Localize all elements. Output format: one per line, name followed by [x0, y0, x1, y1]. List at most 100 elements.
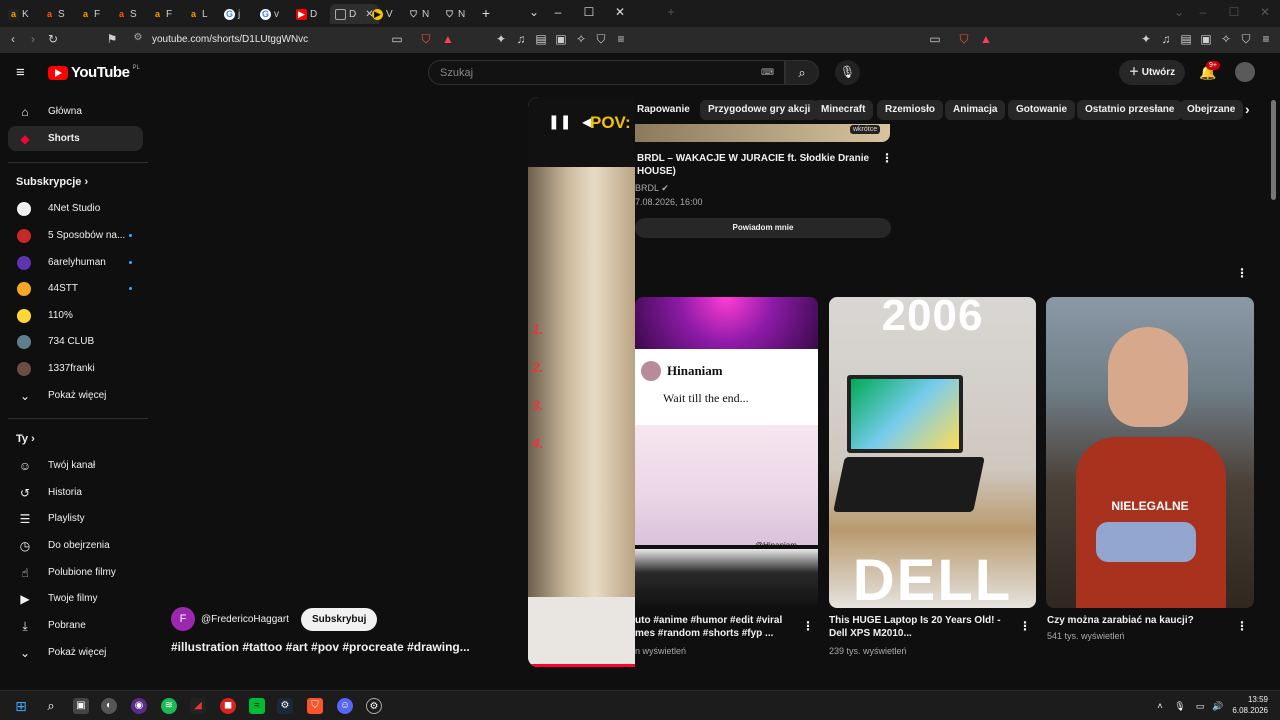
more-options-icon[interactable]: ⋮: [881, 151, 893, 165]
channel-handle[interactable]: @FredericoHaggart: [201, 614, 289, 625]
tab-2[interactable]: aS: [44, 4, 65, 24]
close-window-icon[interactable]: ✕: [612, 5, 628, 19]
terminal-icon[interactable]: ≈: [249, 698, 265, 714]
you-heading[interactable]: Ty ›: [16, 433, 35, 445]
system-clock[interactable]: 13:59 6.08.2026: [1232, 694, 1268, 716]
scrollbar[interactable]: [1271, 100, 1276, 200]
display-tray-icon[interactable]: ▭: [1192, 698, 1208, 714]
brave-rewards-icon[interactable]: ▲: [978, 32, 994, 46]
sidebar-item-home[interactable]: ⌂ Główna: [0, 99, 150, 124]
notify-me-button[interactable]: Powiadom mnie: [635, 218, 891, 238]
sidebar-item-your-videos[interactable]: ▶ Twoje filmy: [0, 586, 150, 611]
subscribe-button[interactable]: Subskrybuj: [300, 607, 378, 631]
create-button[interactable]: ＋ Utwórz: [1119, 60, 1186, 85]
chip-recently-uploaded[interactable]: Ostatnio przesłane: [1077, 100, 1183, 120]
sidebar-item-playlists[interactable]: ☰ Playlisty: [0, 506, 150, 531]
leo-icon[interactable]: ✧: [1218, 32, 1234, 46]
sidebar-item-watch-later[interactable]: ◷ Do obejrzenia: [0, 533, 150, 558]
tab-8[interactable]: Gv: [260, 4, 279, 24]
chip-watched[interactable]: Obejrzane: [1179, 100, 1244, 120]
sidebar-toggle-icon[interactable]: ▤: [1178, 32, 1194, 46]
vpn-icon[interactable]: ⛉: [593, 32, 609, 47]
tab-5[interactable]: aF: [152, 4, 172, 24]
tab-search-icon[interactable]: ⌄: [526, 5, 542, 19]
app-icon[interactable]: ◐: [101, 698, 117, 714]
vpn-icon[interactable]: ⛉: [1238, 32, 1254, 47]
subscription-item[interactable]: 1337franki: [0, 356, 150, 381]
subscriptions-heading[interactable]: Subskrypcje ›: [16, 176, 88, 188]
cast-icon[interactable]: ▭: [389, 32, 405, 46]
extensions-icon[interactable]: ✦: [493, 32, 509, 46]
hamburger-menu-icon[interactable]: ≡: [16, 64, 25, 81]
tab-11[interactable]: ▶ V: [372, 4, 393, 24]
sidebar-item-liked[interactable]: ☝ Polubione filmy: [0, 560, 150, 585]
tab-1[interactable]: aK: [8, 4, 29, 24]
bookmark-icon[interactable]: ⚑: [104, 32, 120, 46]
search-icon[interactable]: ⌕: [43, 698, 59, 714]
sidebar-show-more[interactable]: ⌄ Pokaż więcej: [0, 640, 150, 665]
subscription-item[interactable]: 5 Sposobów na...: [0, 223, 150, 248]
volume-tray-icon[interactable]: 🔊: [1210, 698, 1226, 714]
close-window-icon[interactable]: ✕: [1257, 5, 1273, 19]
sidebar-item-history[interactable]: ↺ Historia: [0, 480, 150, 505]
tab-13[interactable]: ⛉ N: [444, 4, 465, 24]
cast-icon[interactable]: ▭: [927, 32, 943, 46]
microphone-tray-icon[interactable]: 🎙: [1172, 698, 1188, 714]
brave-rewards-icon[interactable]: ▲: [440, 32, 456, 46]
tab-7[interactable]: Gj: [224, 4, 240, 24]
video-thumbnail[interactable]: NIELEGALNE: [1046, 297, 1254, 608]
maximize-icon[interactable]: ☐: [1226, 5, 1242, 19]
tab-3[interactable]: aF: [80, 4, 100, 24]
music-icon[interactable]: ♫: [513, 32, 529, 46]
back-icon[interactable]: ‹: [5, 32, 21, 46]
chip-crafts[interactable]: Rzemiosło: [877, 100, 944, 120]
shorts-video-player[interactable]: ❚❚ ◀ POV: 1. 2. 3. 4.: [528, 97, 635, 667]
more-options-icon[interactable]: ⋮: [1236, 619, 1248, 633]
chip-minecraft[interactable]: Minecraft: [813, 100, 874, 120]
file-explorer-icon[interactable]: ▣: [73, 698, 89, 714]
video-progress-bar[interactable]: [528, 664, 635, 667]
subscription-item[interactable]: 6arelyhuman: [0, 250, 150, 275]
pause-icon[interactable]: ❚❚: [548, 113, 571, 130]
search-button-icon[interactable]: ⌕: [785, 60, 819, 85]
tray-chevron-icon[interactable]: ˄: [1152, 698, 1168, 714]
brave-shield-icon[interactable]: ⛉: [956, 32, 972, 47]
url-field[interactable]: youtube.com/shorts/D1LUtggWNvc: [152, 34, 308, 45]
upcoming-channel[interactable]: BRDL ✔: [635, 183, 669, 194]
menu-icon[interactable]: ≡: [613, 32, 629, 46]
tab-6[interactable]: aL: [188, 4, 208, 24]
minimize-icon[interactable]: –: [550, 5, 566, 19]
avatar[interactable]: [1235, 62, 1255, 82]
video-title[interactable]: This HUGE Laptop Is 20 Years Old! - Dell …: [829, 614, 1001, 640]
tab-search-icon[interactable]: ⌄: [1171, 5, 1187, 19]
app-icon-4[interactable]: ⚙: [366, 698, 382, 714]
reload-icon[interactable]: ↻: [45, 32, 61, 46]
video-title[interactable]: uto #anime #humor #edit #viral mes #rando…: [635, 614, 782, 640]
brave-shield-icon[interactable]: ⛉: [418, 32, 434, 47]
more-options-icon[interactable]: ⋮: [1019, 619, 1031, 633]
more-options-icon[interactable]: ⋮: [802, 619, 814, 633]
steam-icon[interactable]: ⚙: [277, 698, 293, 714]
chip-animation[interactable]: Animacja: [945, 100, 1006, 120]
chip-action-adventure[interactable]: Przygodowe gry akcji: [700, 100, 819, 120]
keyboard-icon[interactable]: ⌨: [761, 67, 774, 78]
sidebar-item-your-channel[interactable]: ☺ Twój kanał: [0, 453, 150, 478]
video-thumbnail[interactable]: 2006 DELL: [829, 297, 1036, 608]
tab-12[interactable]: ⛉ N: [408, 4, 429, 24]
tab-4[interactable]: aS: [116, 4, 137, 24]
new-tab-icon[interactable]: +: [478, 5, 494, 21]
site-info-icon[interactable]: ⚙: [130, 32, 146, 43]
brave-icon[interactable]: ⛉: [307, 698, 323, 714]
app-icon-3[interactable]: ◼: [220, 698, 236, 714]
microphone-icon[interactable]: 🎙: [835, 60, 860, 85]
spotify-icon[interactable]: ≋: [161, 698, 177, 714]
sidebar-toggle-icon[interactable]: ▤: [533, 32, 549, 46]
subscription-item[interactable]: 110%: [0, 303, 150, 328]
youtube-logo[interactable]: YouTube PL: [48, 64, 140, 81]
menu-icon[interactable]: ≡: [1258, 32, 1274, 46]
more-options-icon[interactable]: ⋮: [1236, 266, 1248, 280]
subscription-item[interactable]: 734 CLUB: [0, 329, 150, 354]
tab-9[interactable]: ▶ D: [296, 4, 317, 24]
app-icon-2[interactable]: ◢: [190, 698, 206, 714]
wallet-icon[interactable]: ▣: [1198, 32, 1214, 46]
